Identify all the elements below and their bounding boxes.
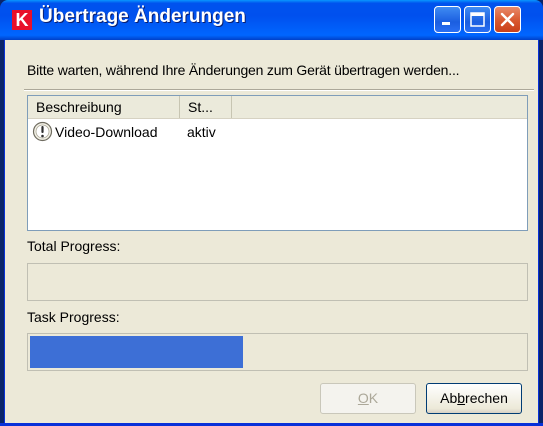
ok-mnemonic: O [357,390,369,406]
list-item-description: Video-Download [55,124,158,140]
info-exclamation-icon [32,121,53,142]
cancel-label-end: rechen [465,390,508,406]
ok-button[interactable]: OK [320,383,416,414]
minimize-button[interactable] [434,6,461,33]
column-header-description[interactable]: Beschreibung [28,96,180,118]
cancel-mnemonic: b [457,390,466,406]
column-header-status[interactable]: St... [180,96,232,118]
separator-line [24,89,534,91]
dialog-window: K Übertrage Änderungen Bitte warten, wäh… [0,0,543,426]
list-header: Beschreibung St... [28,96,527,119]
total-progress-bar [27,263,528,301]
minimize-icon [442,22,450,25]
cancel-label-start: Ab [440,390,458,406]
maximize-icon [470,12,485,27]
task-list[interactable]: Beschreibung St... Video-Download aktiv [27,95,528,231]
title-bar[interactable]: K Übertrage Änderungen [0,0,543,40]
total-progress-label: Total Progress: [27,238,121,254]
window-title: Übertrage Änderungen [39,6,246,27]
task-progress-bar [27,333,528,371]
task-progress-fill [30,336,243,368]
maximize-button[interactable] [464,6,491,33]
close-button[interactable] [494,6,521,33]
status-message: Bitte warten, während Ihre Änderungen zu… [27,62,460,78]
list-item[interactable]: Video-Download aktiv [28,120,527,144]
app-k-icon: K [12,10,32,30]
close-icon [500,12,515,27]
cancel-button[interactable]: Abbrechen [426,383,522,414]
ok-label: K [368,390,379,406]
list-item-status: aktiv [187,124,216,140]
task-progress-label: Task Progress: [27,309,120,325]
